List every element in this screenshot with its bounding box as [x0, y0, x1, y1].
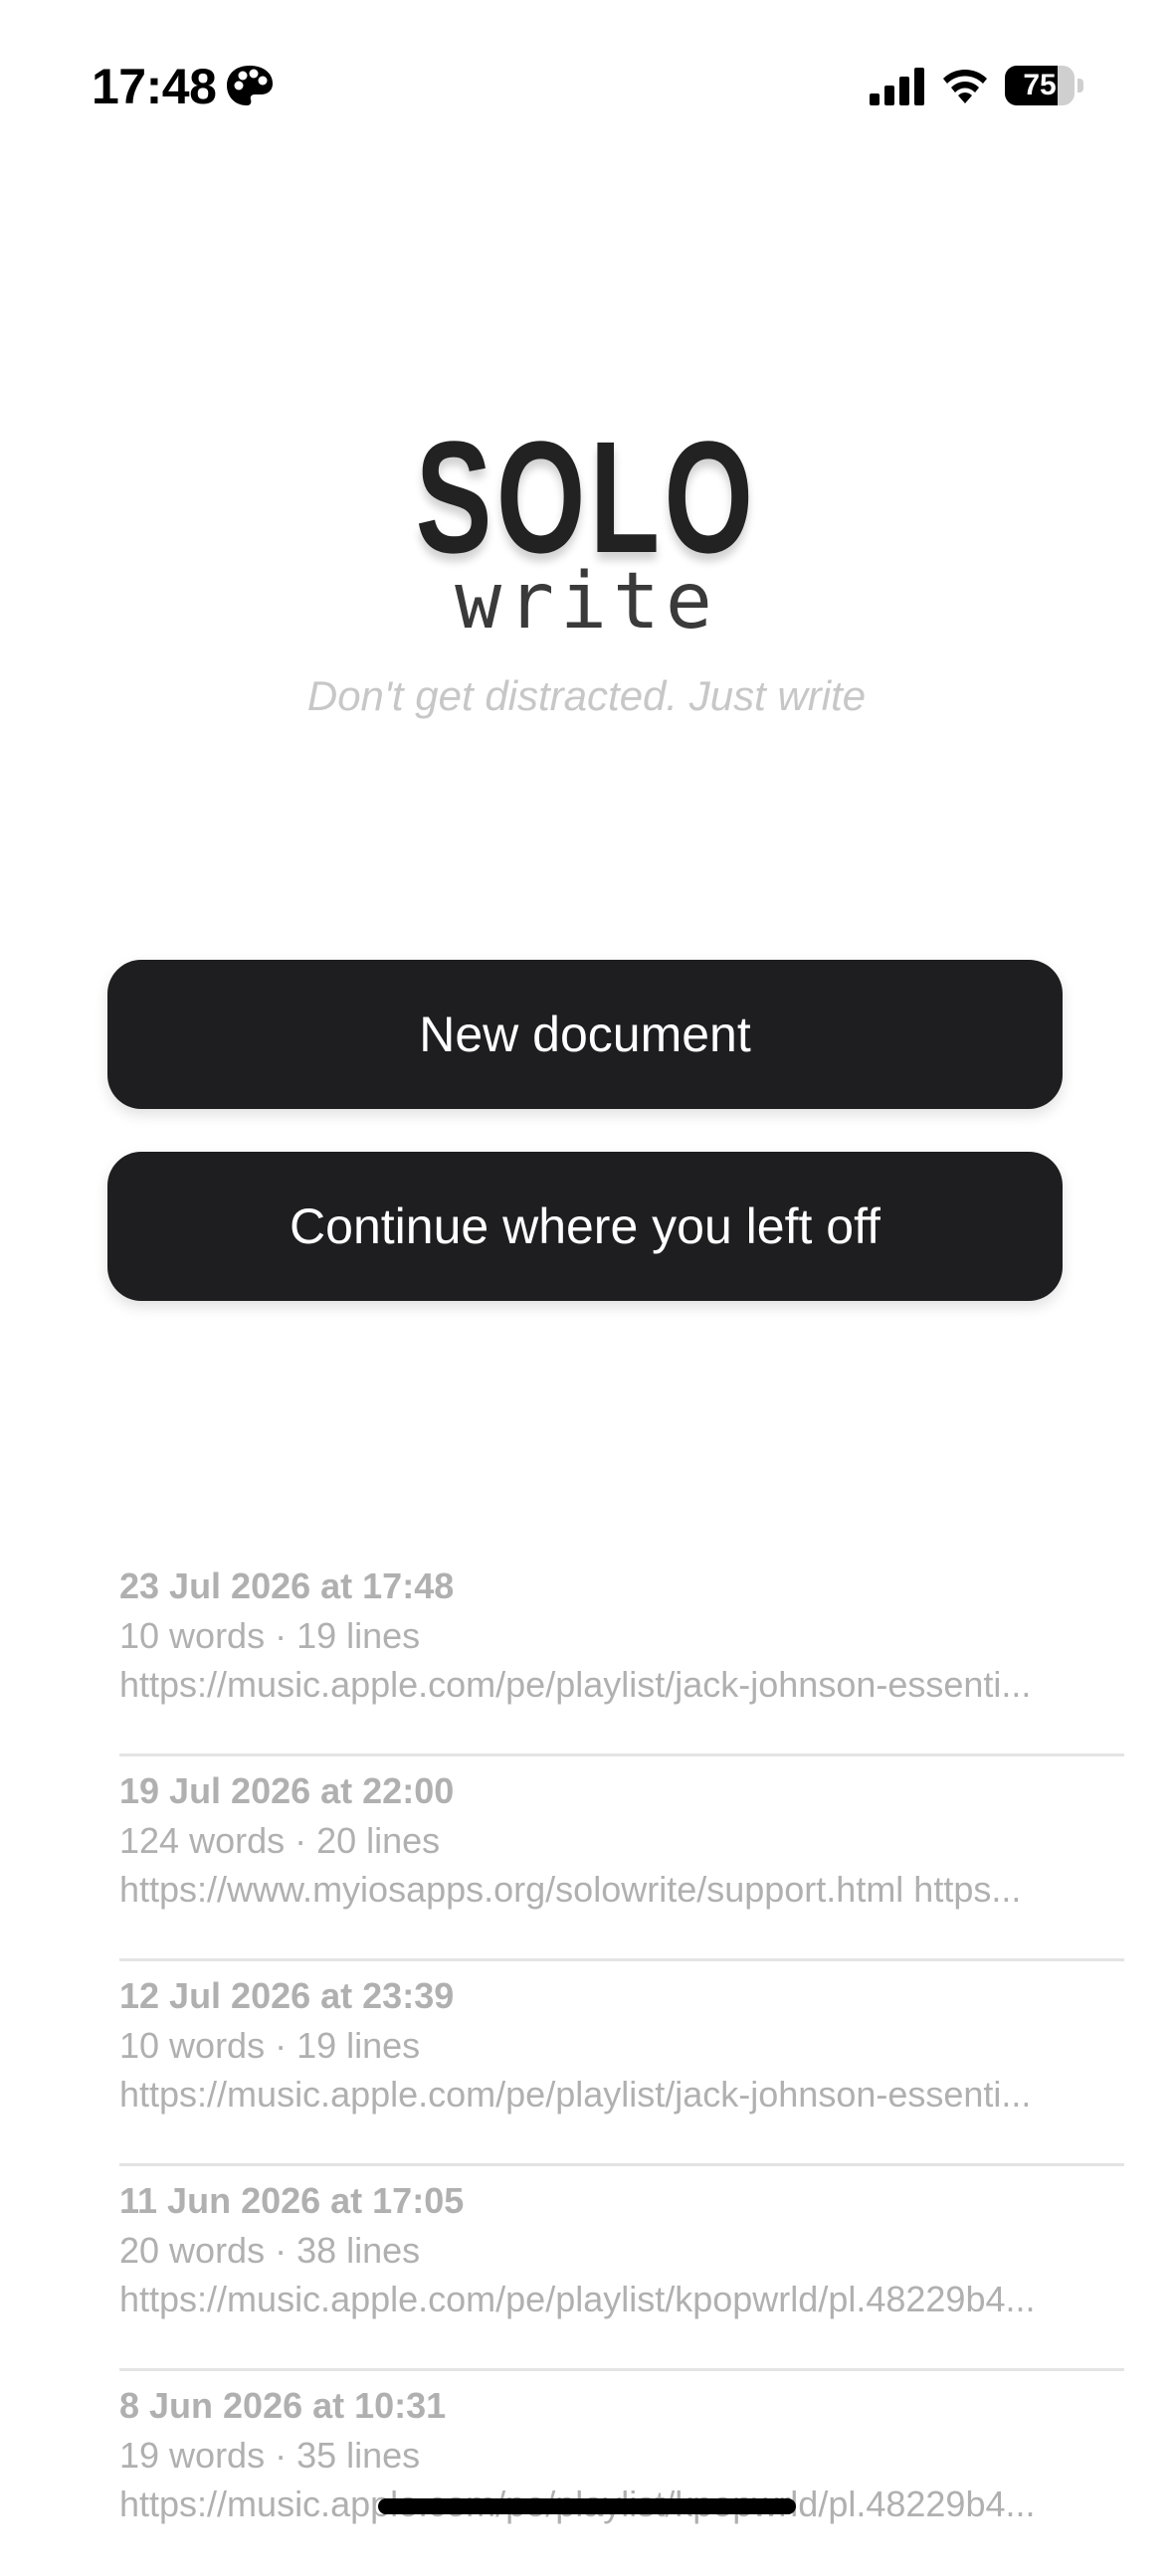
new-document-button[interactable]: New document — [107, 960, 1063, 1109]
battery-icon: 75 — [1005, 66, 1084, 105]
document-date: 12 Jul 2026 at 23:39 — [119, 1975, 455, 2016]
document-preview: https://music.apple.com/pe/playlist/jack… — [119, 1664, 1032, 1705]
document-list-item[interactable]: 23 Jul 2026 at 17:48 10 words · 19 lines… — [119, 1552, 1124, 1756]
document-preview: https://music.apple.com/pe/playlist/jack… — [119, 2074, 1032, 2115]
status-time: 17:48 — [92, 59, 217, 114]
document-stats: 20 words · 38 lines — [119, 2230, 421, 2271]
document-date: 23 Jul 2026 at 17:48 — [119, 1565, 455, 1606]
document-stats: 124 words · 20 lines — [119, 1820, 441, 1861]
document-date: 19 Jul 2026 at 22:00 — [119, 1770, 455, 1811]
wifi-icon — [943, 70, 987, 103]
document-list-item[interactable]: 11 Jun 2026 at 17:05 20 words · 38 lines… — [119, 2166, 1124, 2371]
app-tagline: Don't get distracted. Just write — [306, 672, 867, 719]
palette-icon — [227, 66, 273, 105]
document-stats: 10 words · 19 lines — [119, 2025, 421, 2066]
document-date: 8 Jun 2026 at 10:31 — [119, 2385, 447, 2426]
recent-documents-list: 23 Jul 2026 at 17:48 10 words · 19 lines… — [119, 1552, 1124, 2576]
cellular-signal-icon — [870, 68, 924, 105]
document-stats: 10 words · 19 lines — [119, 1615, 421, 1656]
document-preview: https://music.apple.com/pe/playlist/kpop… — [119, 2279, 1036, 2319]
home-indicator[interactable] — [378, 2498, 796, 2514]
document-preview: https://www.myiosapps.org/solowrite/supp… — [119, 1869, 1022, 1910]
continue-writing-button[interactable]: Continue where you left off — [107, 1152, 1063, 1301]
app-logo-subtitle: write — [455, 557, 718, 646]
status-bar: 17:48 75 — [0, 0, 1173, 159]
document-date: 11 Jun 2026 at 17:05 — [119, 2180, 465, 2221]
battery-percentage: 75 — [1023, 69, 1057, 101]
document-stats: 19 words · 35 lines — [119, 2435, 421, 2476]
document-list-item[interactable]: 19 Jul 2026 at 22:00 124 words · 20 line… — [119, 1756, 1124, 1961]
document-list-item[interactable]: 8 Jun 2026 at 10:31 19 words · 35 lines … — [119, 2371, 1124, 2576]
app-logo-title: SOLO — [415, 408, 758, 586]
document-list-item[interactable]: 12 Jul 2026 at 23:39 10 words · 19 lines… — [119, 1961, 1124, 2166]
